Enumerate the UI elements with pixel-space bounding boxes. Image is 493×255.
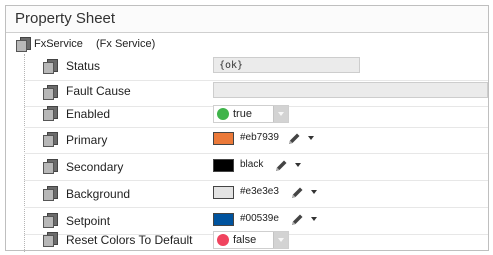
property-sheet-window: Property Sheet FxService (Fx Service) St…: [5, 5, 489, 252]
chevron-down-icon[interactable]: [273, 106, 288, 122]
caret-down-icon[interactable]: [308, 136, 314, 140]
background-color-editor[interactable]: #e3e3e3: [213, 185, 333, 203]
pencil-icon[interactable]: [289, 185, 305, 201]
pencil-icon[interactable]: [286, 131, 302, 147]
slot-icon: [43, 232, 58, 247]
status-dot-icon: [217, 234, 229, 246]
slot-icon: [43, 213, 58, 228]
status-value-field: {ok}: [213, 57, 360, 73]
window-title: Property Sheet: [15, 10, 116, 27]
property-label-enabled: Enabled: [66, 107, 111, 121]
property-label-primary: Primary: [66, 133, 108, 147]
property-row-status: Status {ok}: [24, 54, 488, 81]
slot-icon: [43, 132, 58, 147]
caret-down-icon[interactable]: [311, 217, 317, 221]
background-color-swatch[interactable]: [213, 186, 234, 199]
enabled-select[interactable]: true: [213, 105, 289, 123]
property-row-reset-colors: Reset Colors To Default false: [24, 228, 488, 252]
primary-color-value: #eb7939: [240, 132, 279, 143]
background-color-value: #e3e3e3: [240, 186, 279, 197]
reset-colors-value: false: [233, 234, 257, 246]
slot-icon: [43, 106, 58, 121]
property-label-background: Background: [66, 187, 131, 201]
property-row-secondary: Secondary black: [24, 154, 488, 181]
property-label-setpoint: Setpoint: [66, 214, 111, 228]
property-label-reset-colors: Reset Colors To Default: [66, 233, 193, 247]
title-bar: Property Sheet: [6, 6, 488, 33]
setpoint-color-swatch[interactable]: [213, 213, 234, 226]
status-dot-icon: [217, 108, 229, 120]
pencil-icon[interactable]: [273, 158, 289, 174]
secondary-color-swatch[interactable]: [213, 159, 234, 172]
slot-icon: [43, 159, 58, 174]
root-component-row[interactable]: FxService (Fx Service): [6, 35, 488, 55]
enabled-value: true: [233, 108, 252, 120]
secondary-color-value: black: [240, 159, 264, 170]
property-row-enabled: Enabled true: [24, 101, 488, 128]
fault-cause-value-field: [213, 82, 488, 98]
caret-down-icon[interactable]: [311, 190, 317, 194]
reset-colors-select[interactable]: false: [213, 231, 289, 249]
slot-icon: [43, 59, 58, 74]
secondary-color-editor[interactable]: black: [213, 158, 333, 176]
primary-color-editor[interactable]: #eb7939: [213, 131, 333, 149]
chevron-down-icon[interactable]: [273, 232, 288, 248]
slot-icon: [16, 37, 31, 52]
pencil-icon[interactable]: [289, 212, 305, 228]
root-component-type: (Fx Service): [96, 38, 156, 50]
property-label-fault-cause: Fault Cause: [66, 84, 131, 98]
property-label-secondary: Secondary: [66, 160, 124, 174]
slot-icon: [43, 186, 58, 201]
caret-down-icon[interactable]: [295, 163, 301, 167]
root-component-name: FxService: [34, 38, 83, 50]
property-label-status: Status: [66, 59, 101, 73]
property-row-primary: Primary #eb7939: [24, 127, 488, 154]
slot-icon: [43, 85, 58, 100]
property-row-background: Background #e3e3e3: [24, 181, 488, 208]
primary-color-swatch[interactable]: [213, 132, 234, 145]
setpoint-color-value: #00539e: [240, 213, 279, 224]
